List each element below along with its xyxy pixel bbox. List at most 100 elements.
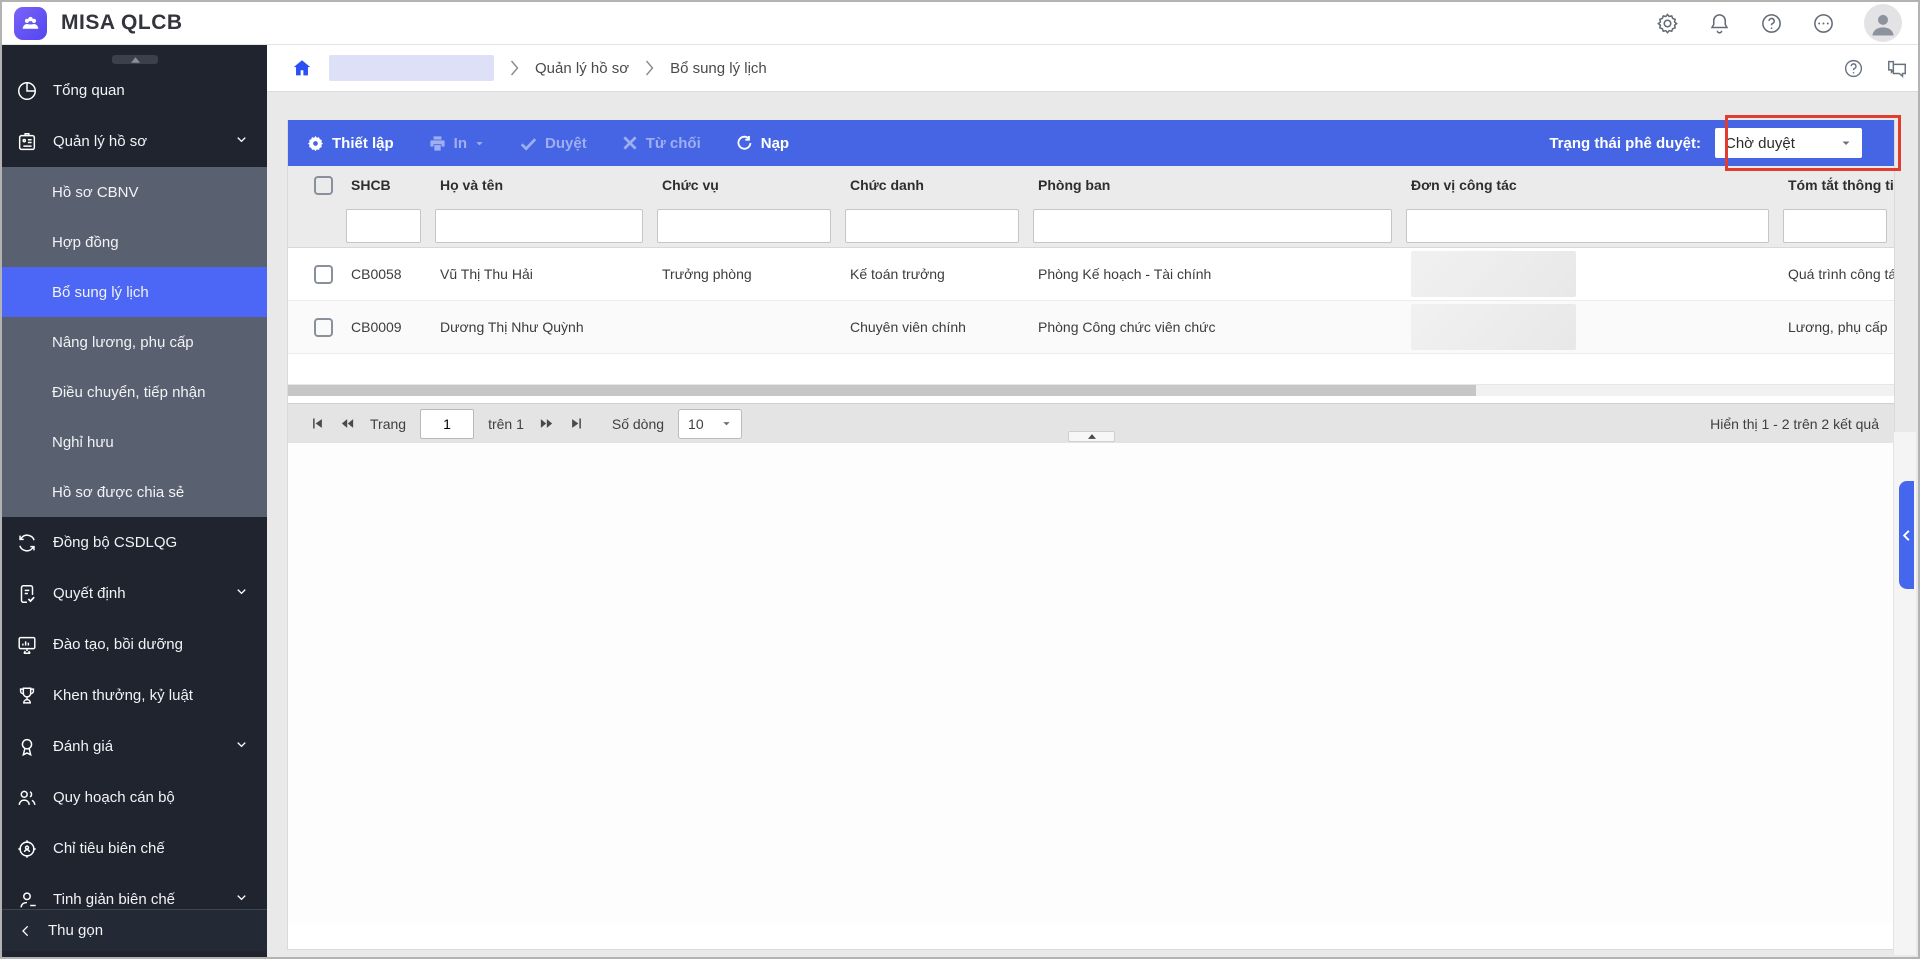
scrollbar-thumb[interactable]	[288, 385, 1476, 396]
sidebar-item-hop-dong[interactable]: Hợp đồng	[2, 217, 267, 267]
user-avatar[interactable]	[1864, 4, 1902, 42]
sidebar-item-label: Đồng bộ CSDLQG	[53, 534, 177, 551]
app-title: MISA QLCB	[61, 11, 183, 35]
column-header-chuc-vu[interactable]: Chức vụ	[650, 177, 838, 193]
notifications-icon[interactable]	[1708, 12, 1731, 35]
content-panel: Thiết lập In Duyệt Từ chối Nạp Trạng thá…	[287, 120, 1895, 950]
sidebar-item-quan-ly-ho-so[interactable]: Quản lý hồ sơ	[2, 116, 267, 167]
person-icon	[16, 889, 38, 911]
print-button[interactable]: In	[428, 134, 485, 153]
app-logo[interactable]: MISA QLCB	[2, 7, 183, 40]
horizontal-scrollbar[interactable]	[288, 385, 1894, 396]
check-icon	[519, 134, 538, 153]
sidebar-item-quy-hoach-can-bo[interactable]: Quy hoạch cán bộ	[2, 772, 267, 823]
table-row[interactable]: CB0009 Dương Thị Như Quỳnh Chuyên viên c…	[288, 301, 1894, 354]
sidebar-item-quyet-dinh[interactable]: Quyết định	[2, 568, 267, 619]
help-icon[interactable]	[1760, 12, 1783, 35]
cell-tom-tat: Quá trình công tác	[1776, 266, 1894, 282]
more-options-icon[interactable]	[1812, 12, 1835, 35]
sidebar-collapse-button[interactable]: Thu gọn	[2, 909, 267, 951]
filter-input-don-vi-cong-tac[interactable]	[1406, 209, 1769, 243]
feedback-chat-icon[interactable]	[1886, 57, 1908, 79]
column-header-tom-tat-thong-tin[interactable]: Tóm tắt thông tin	[1776, 177, 1894, 193]
medal-icon	[16, 736, 38, 758]
breadcrumb-item-quan-ly-ho-so[interactable]: Quản lý hồ sơ	[535, 60, 629, 77]
chevron-down-icon	[234, 890, 249, 909]
last-page-icon[interactable]	[569, 416, 584, 431]
sidebar-collapse-handle[interactable]	[112, 55, 158, 64]
sidebar-item-nang-luong-phu-cap[interactable]: Nâng lương, phụ cấp	[2, 317, 267, 367]
expand-side-panel-tab[interactable]	[1899, 481, 1914, 589]
row-checkbox[interactable]	[314, 318, 333, 337]
sidebar-item-ho-so-duoc-chia-se[interactable]: Hồ sơ được chia sẻ	[2, 467, 267, 517]
cell-chuc-danh: Chuyên viên chính	[838, 319, 1026, 335]
sidebar-item-label: Hợp đồng	[52, 234, 119, 251]
rows-per-page-dropdown[interactable]: 10	[678, 409, 742, 439]
reject-button[interactable]: Từ chối	[621, 134, 701, 152]
scrollbar-gap	[288, 396, 1894, 403]
sidebar-item-label: Quản lý hồ sơ	[53, 133, 147, 150]
column-header-chuc-danh[interactable]: Chức danh	[838, 177, 1026, 193]
sidebar-item-label: Hồ sơ được chia sẻ	[52, 484, 184, 501]
sidebar-item-label: Tinh giản biên chế	[53, 891, 175, 908]
filter-input-tom-tat-thong-tin[interactable]	[1783, 209, 1887, 243]
previous-page-icon[interactable]	[339, 416, 356, 431]
sidebar-item-khen-thuong-ky-luat[interactable]: Khen thưởng, kỷ luật	[2, 670, 267, 721]
sidebar-menu: Tổng quan Quản lý hồ sơ Hồ sơ CBNV Hợp đ…	[2, 45, 267, 925]
next-page-icon[interactable]	[538, 416, 555, 431]
approval-status-dropdown[interactable]: Chờ duyệt	[1715, 128, 1862, 158]
filter-input-chuc-danh[interactable]	[845, 209, 1019, 243]
sidebar-item-dao-tao-boi-duong[interactable]: Đào tạo, bồi dưỡng	[2, 619, 267, 670]
sidebar-item-dieu-chuyen-tiep-nhan[interactable]: Điều chuyển, tiếp nhận	[2, 367, 267, 417]
column-header-ho-va-ten[interactable]: Họ và tên	[428, 177, 650, 193]
home-icon[interactable]	[291, 57, 313, 79]
refresh-button[interactable]: Nạp	[735, 134, 789, 153]
redacted-value	[1411, 304, 1576, 350]
filter-input-shcb[interactable]	[346, 209, 421, 243]
rows-per-page-label: Số dòng	[612, 416, 664, 432]
select-all-checkbox[interactable]	[314, 176, 333, 195]
table-filter-row	[288, 204, 1894, 248]
filter-input-phong-ban[interactable]	[1033, 209, 1392, 243]
breadcrumb-root-redacted[interactable]	[329, 55, 494, 81]
sidebar-item-tong-quan[interactable]: Tổng quan	[2, 65, 267, 116]
results-summary: Hiển thị 1 - 2 trên 2 kết quả	[1710, 416, 1879, 432]
page-number-input[interactable]	[420, 409, 474, 439]
settings-button[interactable]: Thiết lập	[306, 134, 394, 153]
button-label: Nạp	[761, 135, 789, 152]
sidebar-item-nghi-huu[interactable]: Nghỉ hưu	[2, 417, 267, 467]
status-filter-value: Chờ duyệt	[1725, 135, 1795, 152]
gear-icon	[306, 134, 325, 153]
column-header-phong-ban[interactable]: Phòng ban	[1026, 177, 1399, 193]
document-check-icon	[16, 583, 38, 605]
cell-shcb: CB0058	[339, 266, 428, 282]
sidebar-item-label: Nâng lương, phụ cấp	[52, 334, 194, 351]
sidebar-item-ho-so-cbnv[interactable]: Hồ sơ CBNV	[2, 167, 267, 217]
cell-phong-ban: Phòng Công chức viên chức	[1026, 319, 1399, 335]
chevron-down-icon	[234, 132, 249, 151]
settings-icon[interactable]	[1656, 12, 1679, 35]
page-help-icon[interactable]	[1843, 58, 1864, 79]
cell-chuc-vu: Trưởng phòng	[650, 266, 838, 282]
sidebar-item-dong-bo-csdlqg[interactable]: Đồng bộ CSDLQG	[2, 517, 267, 568]
column-header-don-vi-cong-tac[interactable]: Đơn vị công tác	[1399, 177, 1776, 193]
column-header-shcb[interactable]: SHCB	[339, 177, 428, 193]
filter-input-ho-va-ten[interactable]	[435, 209, 643, 243]
top-bar: MISA QLCB	[2, 2, 1918, 45]
sidebar-item-bo-sung-ly-lich[interactable]: Bổ sung lý lịch	[2, 267, 267, 317]
grid-collapse-handle[interactable]	[1068, 431, 1115, 442]
first-page-icon[interactable]	[310, 416, 325, 431]
breadcrumb-item-bo-sung-ly-lich: Bổ sung lý lịch	[670, 60, 767, 77]
table-row[interactable]: CB0058 Vũ Thị Thu Hải Trưởng phòng Kế to…	[288, 248, 1894, 301]
filter-input-chuc-vu[interactable]	[657, 209, 831, 243]
chevron-down-icon	[234, 584, 249, 603]
sidebar-item-danh-gia[interactable]: Đánh giá	[2, 721, 267, 772]
sidebar-item-chi-tieu-bien-che[interactable]: Chỉ tiêu biên chế	[2, 823, 267, 874]
approve-button[interactable]: Duyệt	[519, 134, 587, 153]
chevron-left-icon	[1902, 530, 1911, 541]
sidebar-item-label: Bổ sung lý lịch	[52, 284, 149, 301]
row-checkbox[interactable]	[314, 265, 333, 284]
cell-phong-ban: Phòng Kế hoạch - Tài chính	[1026, 266, 1399, 282]
sidebar-item-label: Đánh giá	[53, 738, 113, 755]
refresh-icon	[735, 134, 754, 153]
